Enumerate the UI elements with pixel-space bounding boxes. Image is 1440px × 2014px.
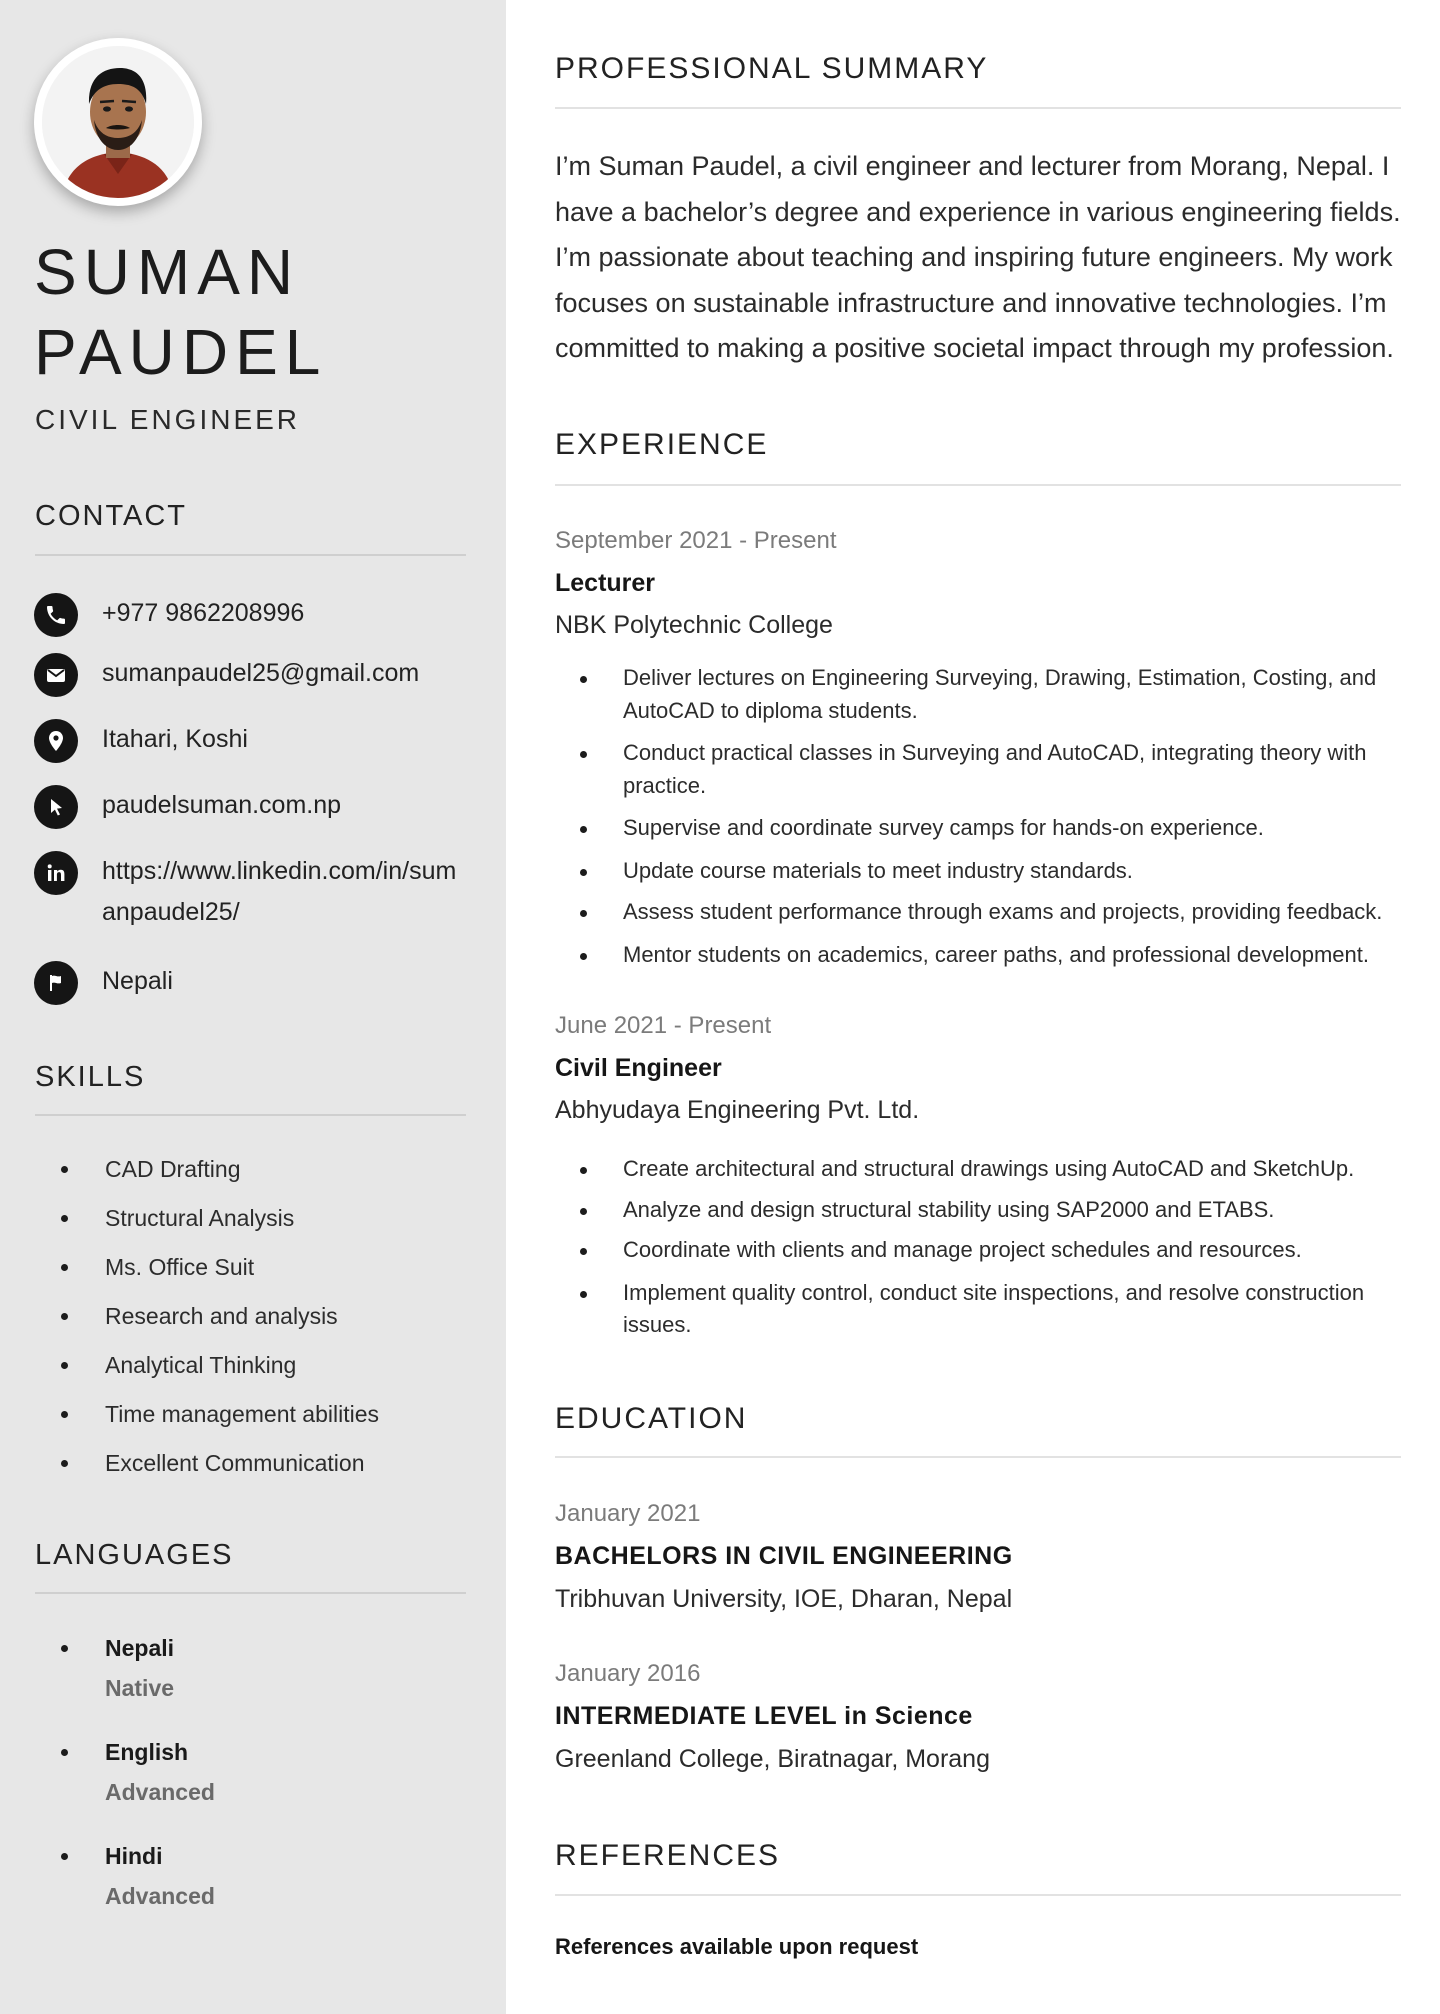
language-name: Nepali [105, 1635, 175, 1661]
linkedin-icon [34, 851, 78, 895]
contact-nationality: Nepali [34, 961, 462, 1005]
list-item: Deliver lectures on Engineering Surveyin… [555, 662, 1385, 727]
language-level: Advanced [105, 1883, 215, 1909]
references-text: References available upon request [555, 1934, 919, 1959]
list-item: CAD Drafting [0, 1146, 379, 1195]
contact-linkedin: https://www.linkedin.com/in/sumanpaudel2… [34, 851, 462, 933]
list-item: Supervise and coordinate survey camps fo… [555, 812, 1385, 845]
references-heading: REFERENCES [555, 1839, 781, 1872]
list-item: Create architectural and structural draw… [555, 1153, 1385, 1186]
job-title: Civil Engineer [555, 1054, 722, 1082]
list-item: Assess student performance through exams… [555, 896, 1385, 929]
list-item: Coordinate with clients and manage proje… [555, 1234, 1385, 1267]
nationality-text: Nepali [102, 967, 173, 995]
degree-title: INTERMEDIATE LEVEL in Science [555, 1702, 973, 1730]
degree-title: BACHELORS IN CIVIL ENGINEERING [555, 1542, 1013, 1570]
languages-divider [35, 1592, 466, 1594]
last-name: PAUDEL [34, 316, 328, 388]
resume-page: SUMAN PAUDEL CIVIL ENGINEER CONTACT +977… [0, 0, 1440, 2014]
list-item: Excellent Communication [0, 1440, 379, 1489]
contact-phone: +977 9862208996 [34, 593, 462, 637]
language-level: Native [105, 1675, 175, 1701]
summary-divider [555, 107, 1401, 109]
education-date: January 2016 [555, 1660, 701, 1687]
job-date: September 2021 - Present [555, 527, 837, 554]
phone-number[interactable]: +977 9862208996 [102, 593, 462, 634]
profile-photo [34, 38, 202, 206]
school-name: Tribhuvan University, IOE, Dharan, Nepal [555, 1585, 1013, 1613]
summary-text: I’m Suman Paudel, a civil engineer and l… [555, 151, 1401, 363]
job-role: CIVIL ENGINEER [35, 404, 301, 435]
language-item: Nepali Native [0, 1628, 215, 1732]
phone-icon [34, 593, 78, 637]
flag-icon [34, 961, 78, 1005]
cursor-icon [34, 785, 78, 829]
language-level: Advanced [105, 1779, 215, 1805]
company-name: NBK Polytechnic College [555, 611, 833, 639]
job-date: June 2021 - Present [555, 1012, 772, 1039]
email-address[interactable]: sumanpaudel25@gmail.com [102, 653, 462, 694]
contact-divider [35, 554, 466, 556]
contact-heading: CONTACT [35, 500, 188, 532]
contact-email: sumanpaudel25@gmail.com [34, 653, 462, 697]
list-item: Research and analysis [0, 1293, 379, 1342]
skills-heading: SKILLS [35, 1061, 146, 1093]
avatar [42, 46, 194, 198]
contact-location: Itahari, Koshi [34, 719, 462, 763]
list-item: Analyze and design structural stability … [555, 1194, 1385, 1227]
list-item: Time management abilities [0, 1391, 379, 1440]
skills-list: CAD Drafting Structural Analysis Ms. Off… [0, 1146, 379, 1489]
location-text: Itahari, Koshi [102, 725, 248, 753]
experience-divider [555, 484, 1401, 486]
list-item: Implement quality control, conduct site … [555, 1277, 1385, 1342]
experience-heading: EXPERIENCE [555, 428, 769, 461]
skills-divider [35, 1114, 466, 1116]
list-item: Ms. Office Suit [0, 1244, 379, 1293]
education-divider [555, 1456, 1401, 1458]
list-item: Analytical Thinking [0, 1342, 379, 1391]
email-icon [34, 653, 78, 697]
list-item: Mentor students on academics, career pat… [555, 939, 1385, 972]
languages-list: Nepali Native English Advanced Hindi Adv… [0, 1628, 215, 1940]
full-name: SUMAN PAUDEL [34, 232, 327, 392]
languages-heading: LANGUAGES [35, 1539, 234, 1571]
education-date: January 2021 [555, 1500, 701, 1527]
list-item: Update course materials to meet industry… [555, 855, 1385, 888]
job-bullets: Deliver lectures on Engineering Surveyin… [555, 662, 1385, 971]
job-title: Lecturer [555, 569, 656, 597]
list-item: Conduct practical classes in Surveying a… [555, 737, 1385, 802]
contact-website: paudelsuman.com.np [34, 785, 462, 829]
language-name: Hindi [105, 1843, 163, 1869]
language-name: English [105, 1739, 189, 1765]
website-link[interactable]: paudelsuman.com.np [102, 785, 462, 826]
summary-heading: PROFESSIONAL SUMMARY [555, 52, 989, 85]
location-icon [34, 719, 78, 763]
list-item: Structural Analysis [0, 1195, 379, 1244]
first-name: SUMAN [34, 236, 301, 308]
job-bullets: Create architectural and structural draw… [555, 1153, 1385, 1342]
sidebar: SUMAN PAUDEL CIVIL ENGINEER CONTACT +977… [0, 0, 506, 2014]
references-divider [555, 1894, 1401, 1896]
language-item: English Advanced [0, 1732, 215, 1836]
linkedin-link[interactable]: https://www.linkedin.com/in/sumanpaudel2… [102, 851, 462, 933]
company-name: Abhyudaya Engineering Pvt. Ltd. [555, 1096, 920, 1124]
language-item: Hindi Advanced [0, 1836, 215, 1940]
school-name: Greenland College, Biratnagar, Morang [555, 1745, 990, 1773]
education-heading: EDUCATION [555, 1402, 748, 1435]
